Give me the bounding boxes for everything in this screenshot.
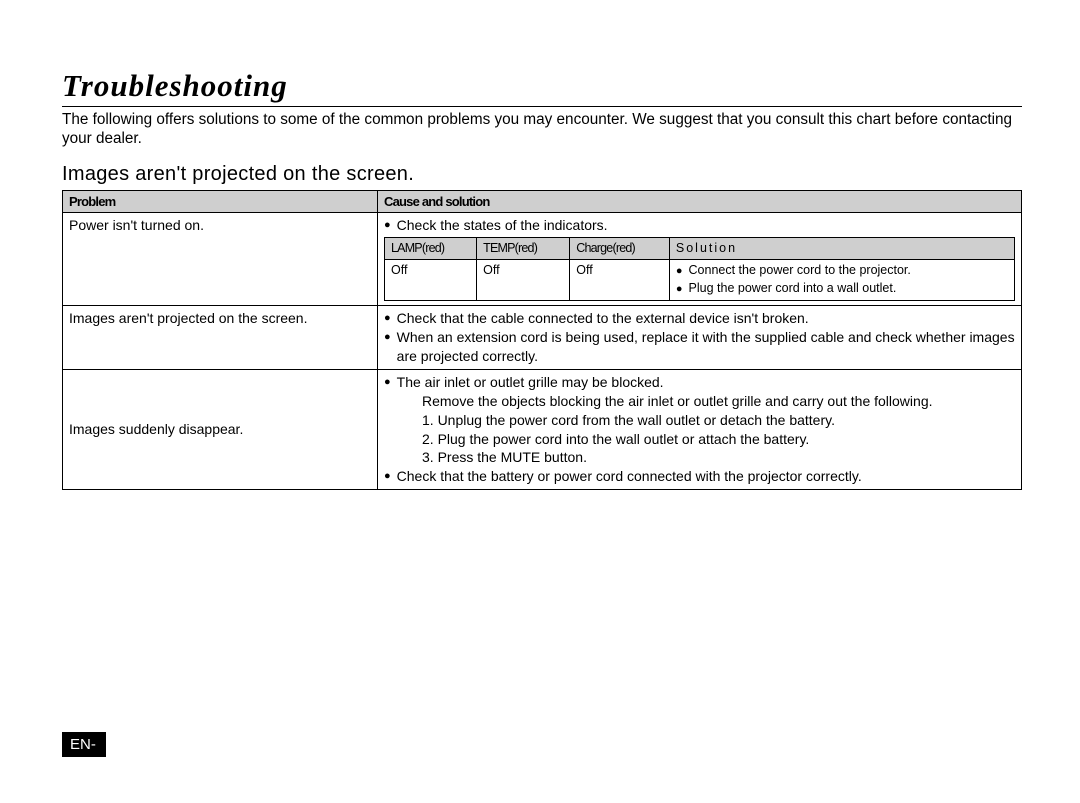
cell-problem: Power isn't turned on. (63, 213, 378, 306)
cause-text: Check that the cable connected to the ex… (397, 309, 809, 328)
section-heading: Images aren't projected on the screen. (62, 163, 1022, 186)
nested-cell: Off (570, 260, 670, 301)
bullet-icon: ● (384, 373, 391, 392)
cell-problem: Images suddenly disappear. (63, 369, 378, 489)
page-footer: EN- (62, 732, 106, 757)
troubleshooting-table: Problem Cause and solution Power isn't t… (62, 190, 1022, 490)
nested-cell: Off (385, 260, 477, 301)
cause-text: When an extension cord is being used, re… (397, 328, 1015, 366)
page-title: Troubleshooting (62, 68, 1022, 104)
bullet-icon: ● (384, 328, 391, 366)
indicator-table: LAMP(red) TEMP(red) Charge(red) Solution… (384, 237, 1015, 301)
solution-text: Connect the power cord to the projector. (689, 262, 911, 280)
cause-text: The air inlet or outlet grille may be bl… (397, 373, 664, 392)
bullet-icon: ● (384, 309, 391, 328)
step-text: 1. Unplug the power cord from the wall o… (422, 411, 1015, 430)
cell-cause: ● Check the states of the indicators. LAM… (378, 213, 1022, 306)
th-cause: Cause and solution (378, 190, 1022, 213)
th-problem: Problem (63, 190, 378, 213)
bullet-icon: ● (384, 467, 391, 486)
cell-cause: ● The air inlet or outlet grille may be b… (378, 369, 1022, 489)
table-row: Power isn't turned on. ● Check the states… (63, 213, 1022, 306)
table-row: Images suddenly disappear. ● The air inle… (63, 369, 1022, 489)
bullet-icon: ● (676, 262, 683, 280)
nested-cell-solution: ● Connect the power cord to the projector… (669, 260, 1014, 301)
cause-text: Check the states of the indicators. (397, 216, 608, 235)
nested-th: Charge(red) (570, 238, 670, 260)
solution-text: Plug the power cord into a wall outlet. (689, 280, 897, 298)
nested-th: LAMP(red) (385, 238, 477, 260)
nested-th: Solution (669, 238, 1014, 260)
nested-cell: Off (477, 260, 570, 301)
table-row: Images aren't projected on the screen. ●… (63, 306, 1022, 370)
step-text: 2. Plug the power cord into the wall out… (422, 430, 1015, 449)
cell-cause: ● Check that the cable connected to the e… (378, 306, 1022, 370)
nested-th: TEMP(red) (477, 238, 570, 260)
step-text: 3. Press the MUTE button. (422, 448, 1015, 467)
cell-problem: Images aren't projected on the screen. (63, 306, 378, 370)
intro-text: The following offers solutions to some o… (62, 111, 1022, 149)
bullet-icon: ● (676, 280, 683, 298)
cause-subtext: Remove the objects blocking the air inle… (422, 392, 1015, 411)
cause-text: Check that the battery or power cord con… (397, 467, 862, 486)
title-rule (62, 106, 1022, 107)
bullet-icon: ● (384, 216, 391, 235)
